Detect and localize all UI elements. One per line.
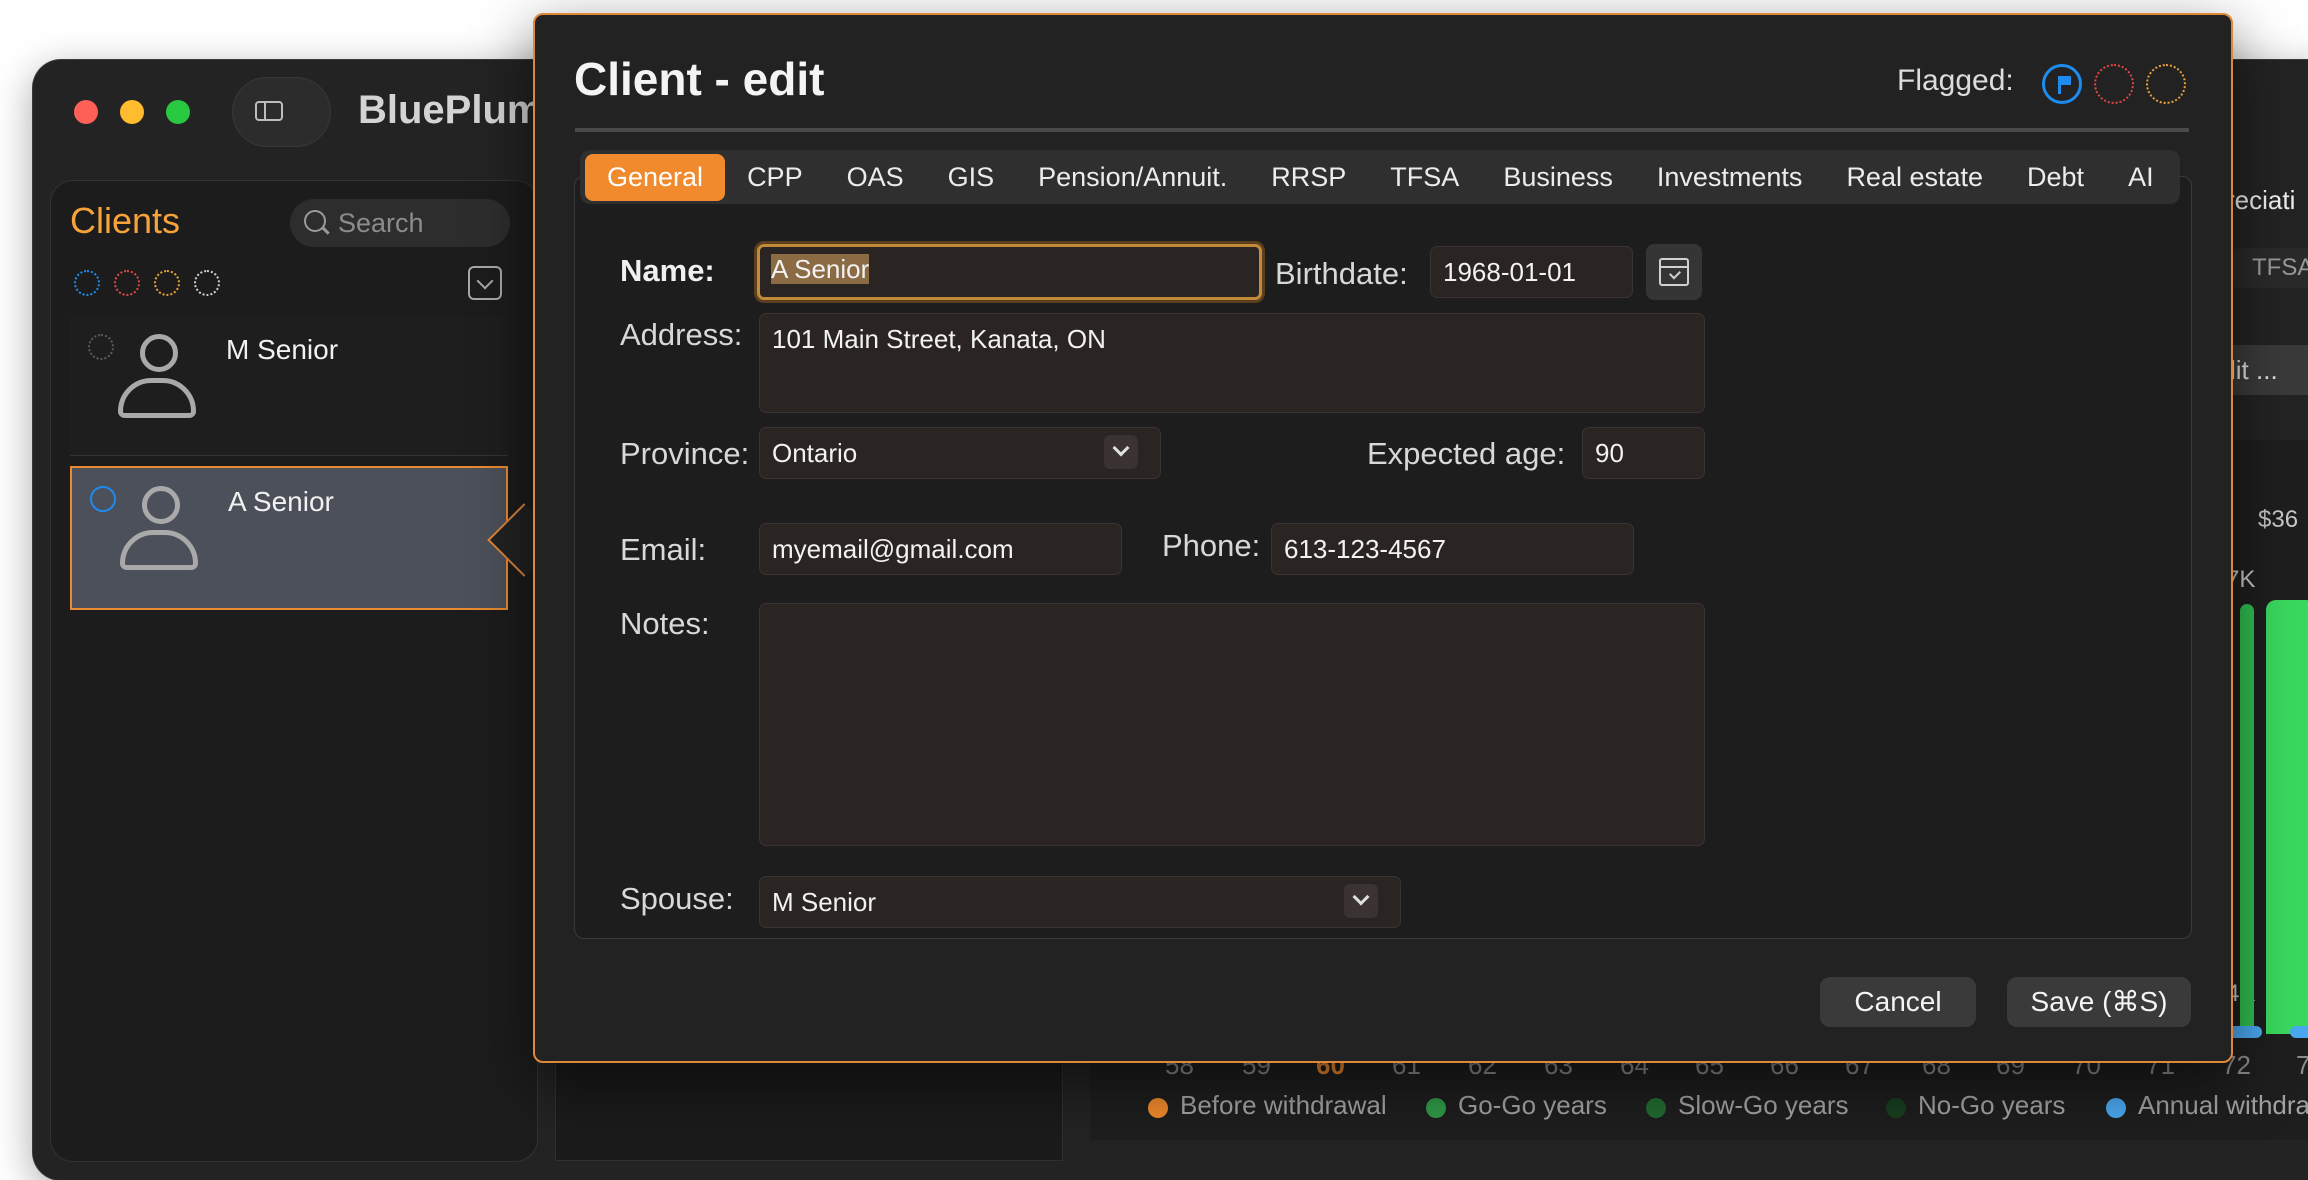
sidebar-icon [255, 101, 283, 121]
legend-swatch [2106, 1098, 2126, 1118]
spouse-select[interactable]: M Senior [759, 876, 1401, 928]
flag-blue-icon[interactable] [2042, 64, 2082, 104]
background-chart-bar [2240, 604, 2254, 1034]
client-name: A Senior [228, 486, 334, 517]
email-label: Email: [620, 532, 707, 567]
spouse-label: Spouse: [620, 881, 734, 916]
legend-label: Before withdrawal [1180, 1090, 1387, 1120]
birthdate-label: Birthdate: [1275, 256, 1408, 291]
sidebar-toggle-button[interactable] [233, 78, 330, 146]
clients-heading: Clients [70, 200, 181, 241]
filter-white-flag[interactable] [194, 270, 220, 296]
tab-tfsa[interactable]: TFSA [1368, 154, 1481, 201]
tab-ai[interactable]: AI [2106, 154, 2176, 201]
background-tab-label: reciati [2226, 185, 2296, 215]
client-name: M Senior [226, 334, 339, 365]
province-select[interactable]: Ontario [759, 427, 1161, 479]
save-button[interactable]: Save (⌘S) [2007, 977, 2191, 1027]
province-label: Province: [620, 436, 750, 471]
legend-label: Annual withdra [2138, 1090, 2308, 1120]
phone-field[interactable]: 613-123-4567 [1271, 523, 1634, 575]
expected-age-field[interactable]: 90 [1582, 427, 1705, 479]
flagged-label: Flagged: [1897, 64, 2014, 97]
cancel-button[interactable]: Cancel [1820, 977, 1976, 1027]
minimize-window-button[interactable] [120, 100, 144, 124]
filter-blue-flag[interactable] [74, 270, 100, 296]
person-icon [118, 334, 198, 426]
tab-bar: General CPP OAS GIS Pension/Annuit. RRSP… [580, 150, 2180, 204]
zoom-window-button[interactable] [166, 100, 190, 124]
title-divider [575, 128, 2189, 132]
client-search-field[interactable]: Search [290, 199, 510, 247]
legend-swatch [1886, 1098, 1906, 1118]
filter-menu-chevron-icon[interactable] [468, 266, 502, 300]
legend-swatch [1426, 1098, 1446, 1118]
app-title: BluePlum [358, 88, 543, 132]
tab-general[interactable]: General [585, 153, 726, 201]
calendar-icon [1659, 258, 1689, 286]
tab-investments[interactable]: Investments [1635, 154, 1825, 201]
tab-gis[interactable]: GIS [926, 154, 1017, 201]
flag-red-icon[interactable] [2094, 64, 2134, 104]
filter-red-flag[interactable] [114, 270, 140, 296]
search-icon [304, 210, 326, 232]
tab-business[interactable]: Business [1481, 154, 1635, 201]
birthdate-field[interactable]: 1968-01-01 [1430, 246, 1633, 298]
legend-label: Go-Go years [1458, 1090, 1607, 1120]
email-field[interactable]: myemail@gmail.com [759, 523, 1122, 575]
name-field[interactable]: A Senior [757, 244, 1262, 300]
axis-tick: 7 [2296, 1050, 2308, 1080]
legend-label: No-Go years [1918, 1090, 2066, 1120]
tab-real-estate[interactable]: Real estate [1824, 154, 2005, 201]
tab-rrsp[interactable]: RRSP [1249, 154, 1368, 201]
legend-swatch [1148, 1098, 1168, 1118]
filter-orange-flag[interactable] [154, 270, 180, 296]
background-tfsa-tab[interactable]: TFSA [2232, 248, 2308, 288]
person-icon [120, 486, 200, 578]
dialog-title: Client - edit [574, 53, 825, 105]
address-label: Address: [620, 317, 743, 352]
search-placeholder: Search [338, 208, 424, 238]
background-chart-bar [2290, 1026, 2308, 1038]
tab-oas[interactable]: OAS [825, 154, 926, 201]
chevron-down-icon [1104, 435, 1138, 469]
background-chart-value: $36 [2258, 506, 2299, 533]
province-value: Ontario [772, 438, 858, 468]
tab-cpp[interactable]: CPP [725, 154, 825, 201]
close-window-button[interactable] [74, 100, 98, 124]
address-field[interactable]: 101 Main Street, Kanata, ON [759, 313, 1705, 413]
name-value: A Senior [771, 254, 870, 284]
background-chart-bar [2266, 600, 2308, 1034]
name-label: Name: [620, 253, 715, 288]
phone-label: Phone: [1162, 528, 1261, 563]
notes-field[interactable] [759, 603, 1705, 846]
expected-age-label: Expected age: [1367, 436, 1566, 471]
flag-blue-icon[interactable] [90, 486, 116, 512]
notes-label: Notes: [620, 606, 710, 641]
client-list-item-selected[interactable]: A Senior [70, 466, 508, 610]
legend-swatch [1646, 1098, 1666, 1118]
tab-pension-annuity[interactable]: Pension/Annuit. [1016, 154, 1249, 201]
spouse-value: M Senior [772, 887, 877, 917]
chevron-down-icon [1344, 884, 1378, 918]
tab-debt[interactable]: Debt [2005, 154, 2106, 201]
flag-empty-icon[interactable] [88, 334, 114, 360]
client-list-item[interactable]: M Senior [70, 316, 508, 456]
legend-label: Slow-Go years [1678, 1090, 1849, 1120]
calendar-button[interactable] [1646, 244, 1702, 300]
flag-orange-icon[interactable] [2146, 64, 2186, 104]
